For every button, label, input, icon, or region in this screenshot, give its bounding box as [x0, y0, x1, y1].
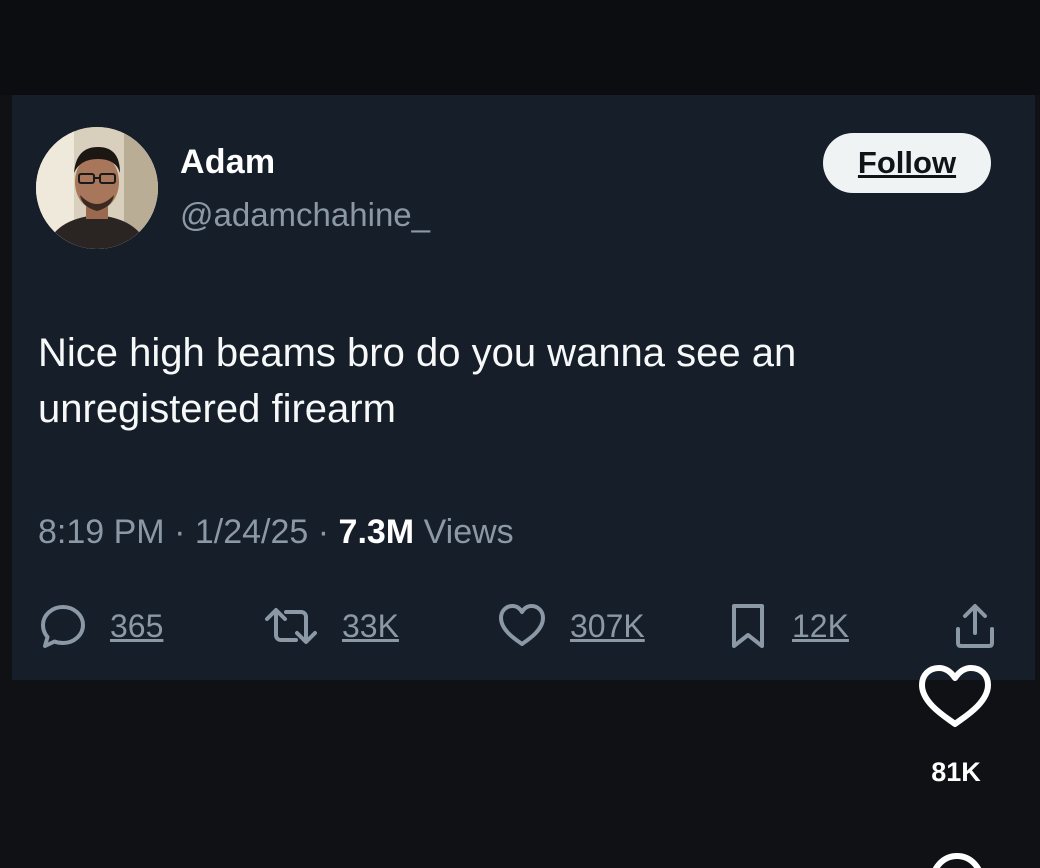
reply-count[interactable]: 365 [110, 608, 163, 645]
bookmark-count[interactable]: 12K [792, 608, 849, 645]
views-label: Views [423, 513, 514, 551]
top-band [0, 0, 1040, 95]
side-like-count: 81K [931, 757, 981, 787]
heart-icon [499, 604, 545, 646]
like-button[interactable]: 307K [496, 598, 645, 654]
reply-button[interactable]: 365 [38, 598, 163, 654]
repost-button[interactable]: 33K [262, 598, 399, 654]
tweet-time[interactable]: 8:19 PM [38, 513, 165, 551]
display-name[interactable]: Adam [180, 143, 275, 182]
tweet-date[interactable]: 1/24/25 [195, 513, 308, 551]
share-icon [956, 604, 994, 648]
bookmark-button[interactable]: 12K [726, 598, 849, 654]
avatar[interactable] [36, 127, 158, 249]
meta-separator: · [317, 513, 330, 551]
handle[interactable]: @adamchahine_ [180, 196, 430, 234]
share-button[interactable] [952, 598, 998, 654]
heart-icon [919, 665, 991, 727]
screenshot: Adam @adamchahine_ Follow Nice high beam… [0, 0, 1040, 868]
repost-count[interactable]: 33K [342, 608, 399, 645]
tweet-text: Nice high beams bro do you wanna see an … [38, 331, 797, 431]
reply-icon [41, 605, 85, 648]
meta-separator: · [174, 513, 186, 551]
repost-icon [265, 608, 317, 644]
follow-button[interactable]: Follow [823, 133, 991, 193]
tweet-meta: 8:19 PM · 1/24/25 · 7.3M Views [38, 513, 514, 552]
bookmark-icon [732, 604, 764, 648]
avatar-photo-icon [36, 127, 158, 249]
side-like-button[interactable] [917, 664, 993, 730]
views-count: 7.3M [338, 513, 415, 551]
like-count[interactable]: 307K [570, 608, 645, 645]
comment-icon[interactable] [926, 850, 988, 868]
